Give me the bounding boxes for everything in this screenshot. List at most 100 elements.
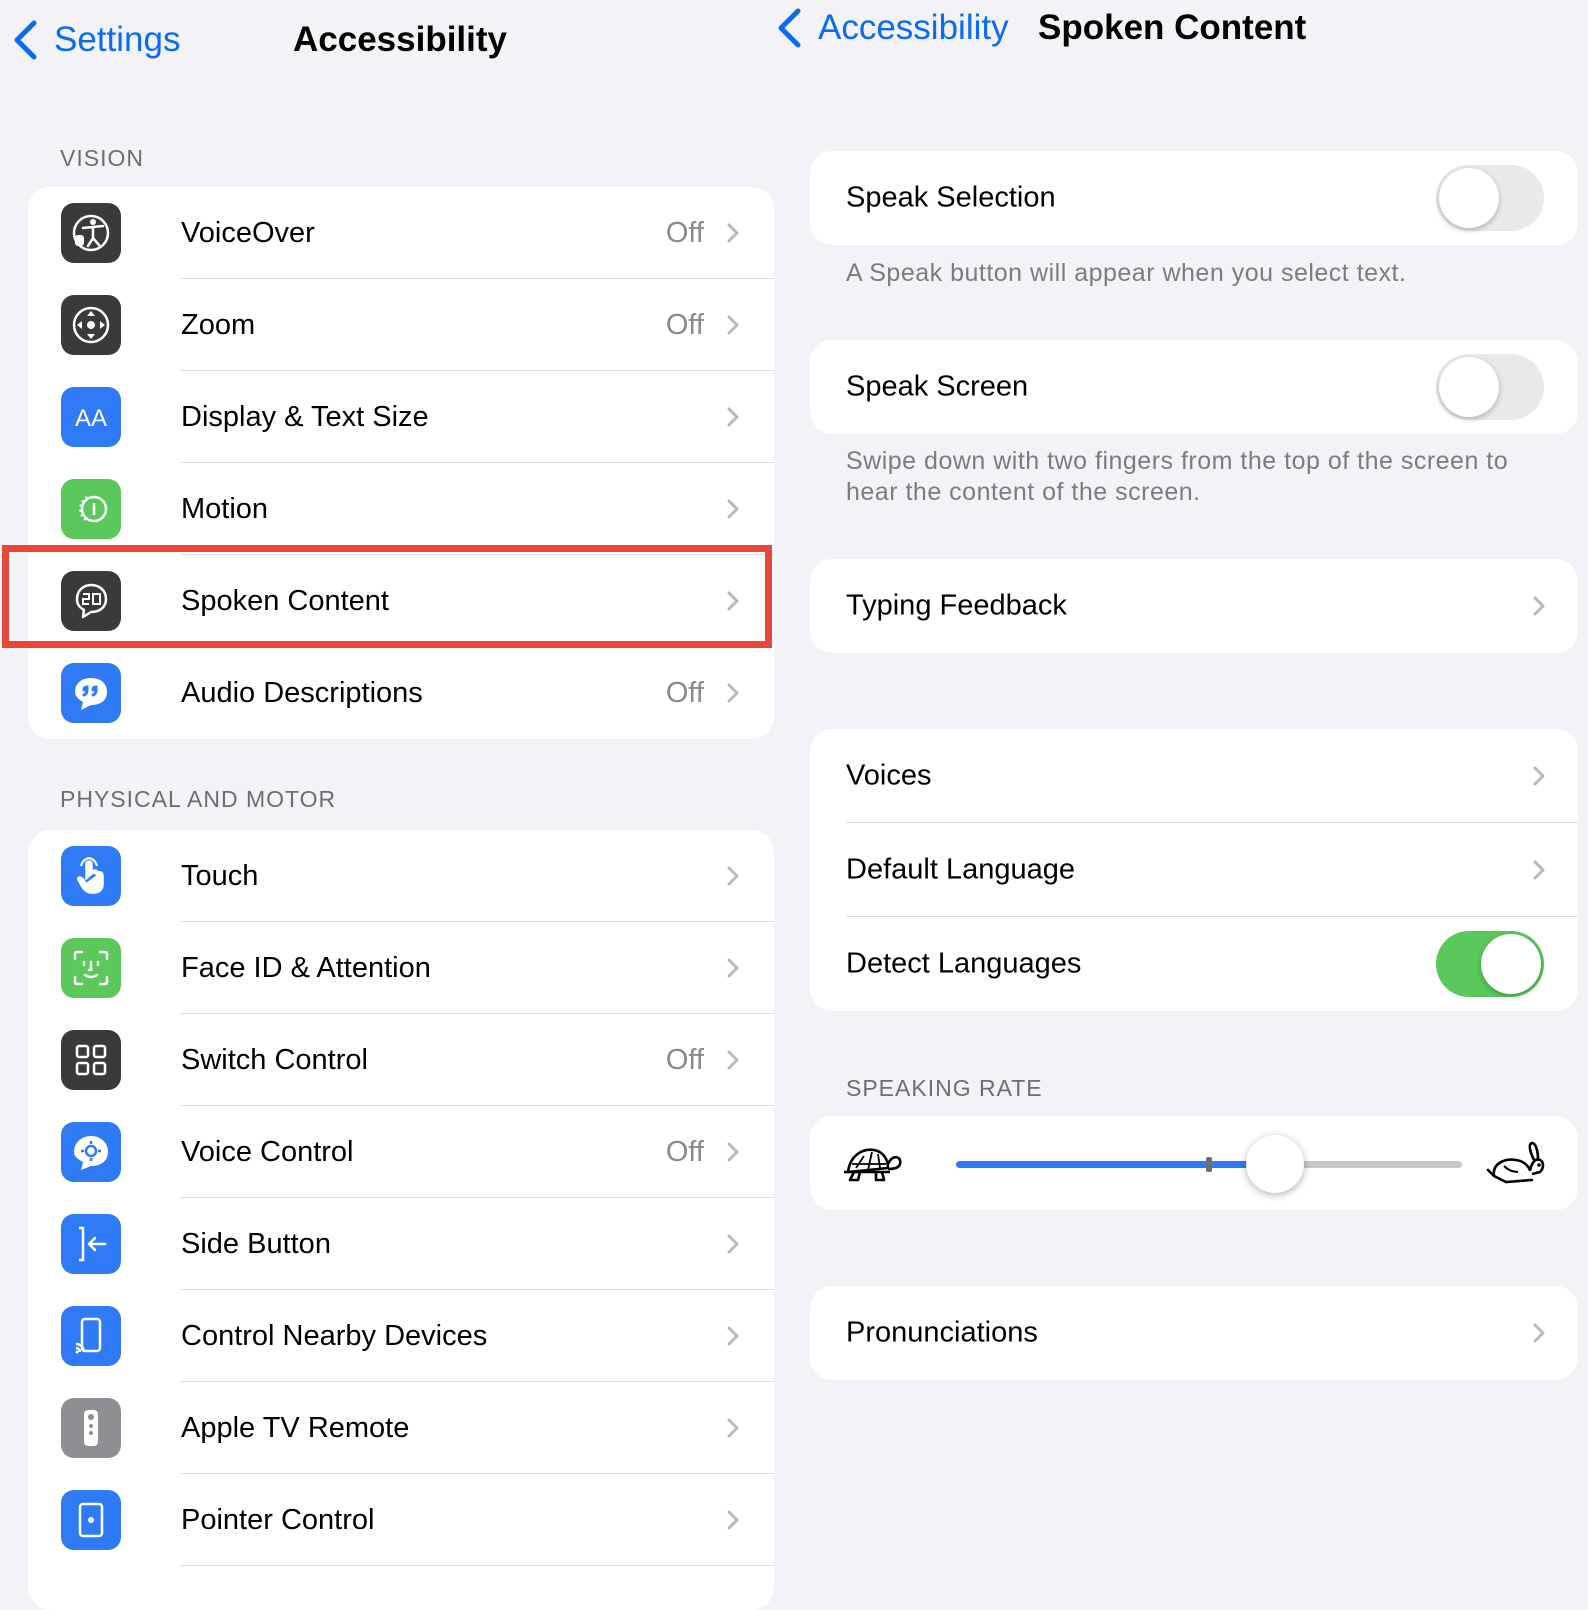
side-button-icon [61, 1214, 121, 1274]
sidebar-item-motion[interactable]: Motion [28, 463, 774, 555]
default-language-row[interactable]: Default Language [810, 823, 1578, 917]
nearby-devices-icon [61, 1306, 121, 1366]
touch-icon [61, 846, 121, 906]
item-value: Off [665, 1043, 704, 1076]
speak-selection-footnote: A Speak button will appear when you sele… [846, 259, 1407, 287]
chevron-right-icon [727, 1050, 739, 1070]
zoom-icon [61, 295, 121, 355]
pronunciations-group: Pronunciations [810, 1286, 1578, 1380]
detect-languages-toggle[interactable] [1436, 931, 1544, 997]
physical-motor-group: Touch Face ID & Attention Switch Control Of… [28, 830, 774, 1610]
sidebar-item-switch-control[interactable]: Switch Control Off [28, 1014, 774, 1106]
chevron-right-icon [1533, 596, 1545, 616]
pointer-control-icon [61, 1490, 121, 1550]
speaking-rate-default-tick [1206, 1157, 1212, 1172]
pronunciations-row[interactable]: Pronunciations [810, 1286, 1578, 1380]
sidebar-item-voice-control[interactable]: Voice Control Off [28, 1106, 774, 1198]
item-value: Off [665, 676, 704, 709]
accessibility-pane: Settings Accessibility VISION VoiceOver O… [0, 0, 790, 1610]
physical-section-header: PHYSICAL AND MOTOR [60, 786, 337, 812]
speak-selection-row: Speak Selection [810, 151, 1578, 245]
item-label: Side Button [181, 1227, 331, 1260]
spoken-content-pane: Accessibility Spoken Content Speak Selec… [778, 0, 1588, 1598]
turtle-icon [844, 1148, 902, 1182]
svg-text:AA: AA [75, 405, 107, 432]
item-label: Touch [181, 859, 259, 892]
speak-screen-group: Speak Screen [810, 340, 1578, 434]
vision-group: VoiceOver Off Zoom Off AA Display & Text Size… [28, 187, 774, 739]
page-title: Accessibility [293, 20, 507, 59]
pronunciations-label: Pronunciations [846, 1316, 1038, 1349]
speaking-rate-slider-knob[interactable] [1245, 1135, 1304, 1193]
row-separator [181, 1565, 774, 1566]
chevron-right-icon [727, 866, 739, 886]
speak-selection-group: Speak Selection [810, 151, 1578, 245]
speak-screen-row: Speak Screen [810, 340, 1578, 434]
sidebar-item-face-id-attention[interactable]: Face ID & Attention [28, 922, 774, 1014]
sidebar-item-audio-descriptions[interactable]: Audio Descriptions Off [28, 647, 774, 739]
speaking-rate-header: SPEAKING RATE [846, 1075, 1043, 1101]
switch-control-icon [61, 1030, 121, 1090]
item-label: Zoom [181, 308, 256, 341]
chevron-right-icon [727, 1326, 739, 1346]
item-label: VoiceOver [181, 216, 315, 249]
typing-feedback-group: Typing Feedback [810, 559, 1578, 653]
sidebar-item-touch[interactable]: Touch [28, 830, 774, 922]
sidebar-item-zoom[interactable]: Zoom Off [28, 279, 774, 371]
chevron-right-icon [1533, 1323, 1545, 1343]
toggle-knob [1439, 168, 1499, 228]
sidebar-item-apple-tv-remote[interactable]: Apple TV Remote [28, 1382, 774, 1474]
chevron-right-icon [727, 315, 739, 335]
voiceover-icon [61, 203, 121, 263]
text-size-icon: AA [61, 387, 121, 447]
chevron-right-icon [727, 683, 739, 703]
chevron-right-icon [727, 1418, 739, 1438]
speak-selection-label: Speak Selection [846, 181, 1056, 214]
item-label: Face ID & Attention [181, 951, 431, 984]
voice-control-icon [61, 1122, 121, 1182]
item-value: Off [665, 1135, 704, 1168]
sidebar-item-control-nearby-devices[interactable]: Control Nearby Devices [28, 1290, 774, 1382]
vision-section-header: VISION [60, 145, 144, 171]
settings-back-button[interactable]: Settings [12, 20, 180, 60]
accessibility-back-button[interactable]: Accessibility [776, 8, 1009, 48]
back-label: Accessibility [818, 8, 1009, 47]
speaking-rate-slider-track[interactable] [956, 1135, 1462, 1193]
speak-selection-toggle[interactable] [1436, 165, 1544, 231]
voices-row[interactable]: Voices [810, 729, 1578, 823]
toggle-knob [1481, 934, 1541, 994]
sidebar-item-side-button[interactable]: Side Button [28, 1198, 774, 1290]
audio-descriptions-icon [61, 663, 121, 723]
sidebar-item-voiceover[interactable]: VoiceOver Off [28, 187, 774, 279]
item-label: Voice Control [181, 1135, 354, 1168]
spoken-content-highlight [2, 545, 772, 648]
item-label: Pointer Control [181, 1503, 375, 1536]
sidebar-item-display-text-size[interactable]: AA Display & Text Size [28, 371, 774, 463]
sidebar-item-pointer-control[interactable]: Pointer Control [28, 1474, 774, 1566]
toggle-knob [1439, 357, 1499, 417]
chevron-left-icon [778, 8, 801, 48]
chevron-right-icon [727, 1234, 739, 1254]
voices-language-group: Voices Default Language Detect Languages [810, 729, 1578, 1011]
item-label: Apple TV Remote [181, 1411, 410, 1444]
chevron-right-icon [727, 1142, 739, 1162]
chevron-left-icon [14, 20, 37, 60]
speak-screen-footnote: Swipe down with two fingers from the top… [846, 447, 1509, 506]
item-label: Switch Control [181, 1043, 368, 1076]
item-label: Motion [181, 492, 269, 525]
chevron-right-icon [1533, 860, 1545, 880]
rabbit-icon [1486, 1141, 1545, 1184]
speak-screen-toggle[interactable] [1436, 354, 1544, 420]
chevron-right-icon [727, 223, 739, 243]
chevron-right-icon [727, 407, 739, 427]
speaking-rate-slider-fill [956, 1161, 1275, 1168]
tv-remote-icon [61, 1398, 121, 1458]
speaking-rate-row [810, 1116, 1578, 1210]
speaking-rate-group [810, 1116, 1578, 1210]
typing-feedback-row[interactable]: Typing Feedback [810, 559, 1578, 653]
speak-screen-label: Speak Screen [846, 370, 1029, 403]
voices-label: Voices [846, 759, 932, 792]
chevron-right-icon [727, 499, 739, 519]
item-label: Display & Text Size [181, 400, 429, 433]
chevron-right-icon [1533, 766, 1545, 786]
